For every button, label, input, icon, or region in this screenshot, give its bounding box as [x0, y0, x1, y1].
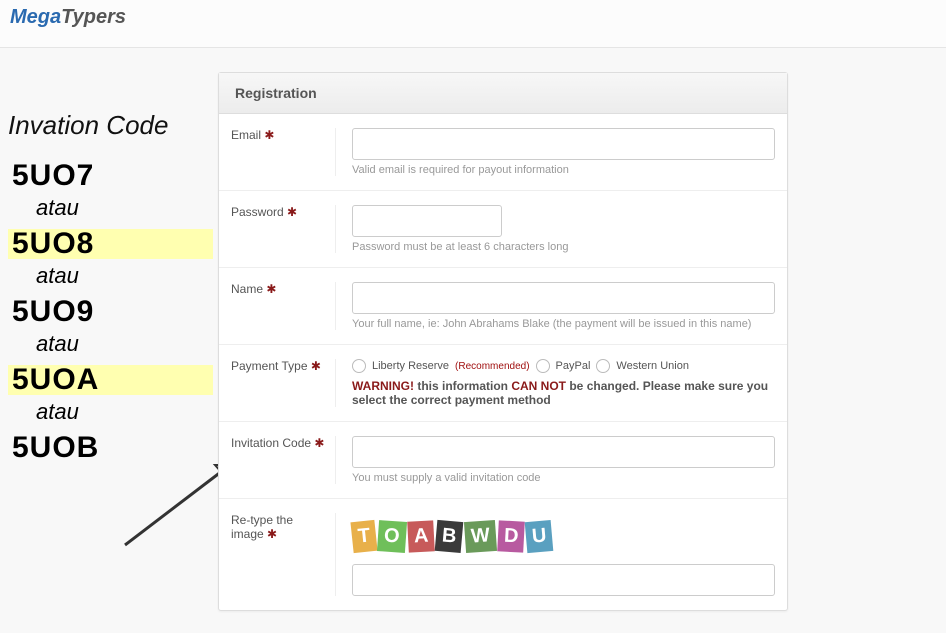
- label-email: Email ✱: [231, 128, 336, 176]
- invitation-codes-title: Invation Code: [8, 110, 213, 141]
- captcha-char-2: O: [377, 520, 407, 553]
- label-name: Name ✱: [231, 282, 336, 330]
- email-field[interactable]: [352, 128, 775, 160]
- name-field[interactable]: [352, 282, 775, 314]
- code-3: 5UO9: [8, 297, 213, 327]
- opt-paypal: PayPal: [556, 360, 591, 372]
- opt-liberty-reserve: Liberty Reserve: [372, 360, 449, 372]
- invitation-code-field[interactable]: [352, 436, 775, 468]
- captcha-char-3: A: [407, 520, 435, 552]
- radio-liberty-reserve[interactable]: [352, 359, 366, 373]
- row-name: Name ✱ Your full name, ie: John Abrahams…: [219, 268, 787, 345]
- captcha-char-6: D: [497, 520, 525, 552]
- separator-1: atau: [36, 195, 213, 221]
- logo-part1: Mega: [10, 6, 61, 28]
- label-payment: Payment Type ✱: [231, 359, 336, 407]
- hint-email: Valid email is required for payout infor…: [352, 164, 775, 176]
- captcha-char-1: T: [350, 520, 377, 553]
- label-password: Password ✱: [231, 205, 336, 253]
- captcha-field[interactable]: [352, 564, 775, 596]
- payment-warning: WARNING! this information CAN NOT be cha…: [352, 379, 775, 407]
- captcha-char-5: W: [464, 520, 497, 553]
- invitation-codes-panel: Invation Code 5UO7 atau 5UO8 atau 5UO9 a…: [8, 110, 213, 463]
- separator-3: atau: [36, 331, 213, 357]
- opt-western-union: Western Union: [616, 360, 689, 372]
- code-5: 5UOB: [8, 433, 213, 463]
- separator-4: atau: [36, 399, 213, 425]
- row-email: Email ✱ Valid email is required for payo…: [219, 114, 787, 191]
- code-4: 5UOA: [8, 365, 213, 395]
- recommended-label: (Recommended): [455, 361, 529, 372]
- hint-invitation: You must supply a valid invitation code: [352, 472, 775, 484]
- logo: MegaTypers: [10, 6, 126, 28]
- captcha-char-4: B: [435, 520, 464, 553]
- row-retype: Re-type the image ✱ T O A B W D U: [219, 499, 787, 610]
- code-1: 5UO7: [8, 161, 213, 191]
- radio-western-union[interactable]: [596, 359, 610, 373]
- row-password: Password ✱ Password must be at least 6 c…: [219, 191, 787, 268]
- password-field[interactable]: [352, 205, 502, 237]
- form-title: Registration: [219, 73, 787, 114]
- captcha-char-7: U: [525, 520, 554, 553]
- row-payment: Payment Type ✱ Liberty Reserve (Recommen…: [219, 345, 787, 422]
- label-invitation: Invitation Code ✱: [231, 436, 336, 484]
- app-header: MegaTypers: [0, 0, 946, 48]
- row-invitation: Invitation Code ✱ You must supply a vali…: [219, 422, 787, 499]
- code-2: 5UO8: [8, 229, 213, 259]
- label-retype: Re-type the image ✱: [231, 513, 336, 596]
- registration-form: Registration Email ✱ Valid email is requ…: [218, 72, 788, 611]
- hint-password: Password must be at least 6 characters l…: [352, 241, 775, 253]
- radio-paypal[interactable]: [536, 359, 550, 373]
- separator-2: atau: [36, 263, 213, 289]
- hint-name: Your full name, ie: John Abrahams Blake …: [352, 318, 775, 330]
- logo-part2: Typers: [61, 6, 126, 28]
- captcha-image: T O A B W D U: [352, 521, 775, 552]
